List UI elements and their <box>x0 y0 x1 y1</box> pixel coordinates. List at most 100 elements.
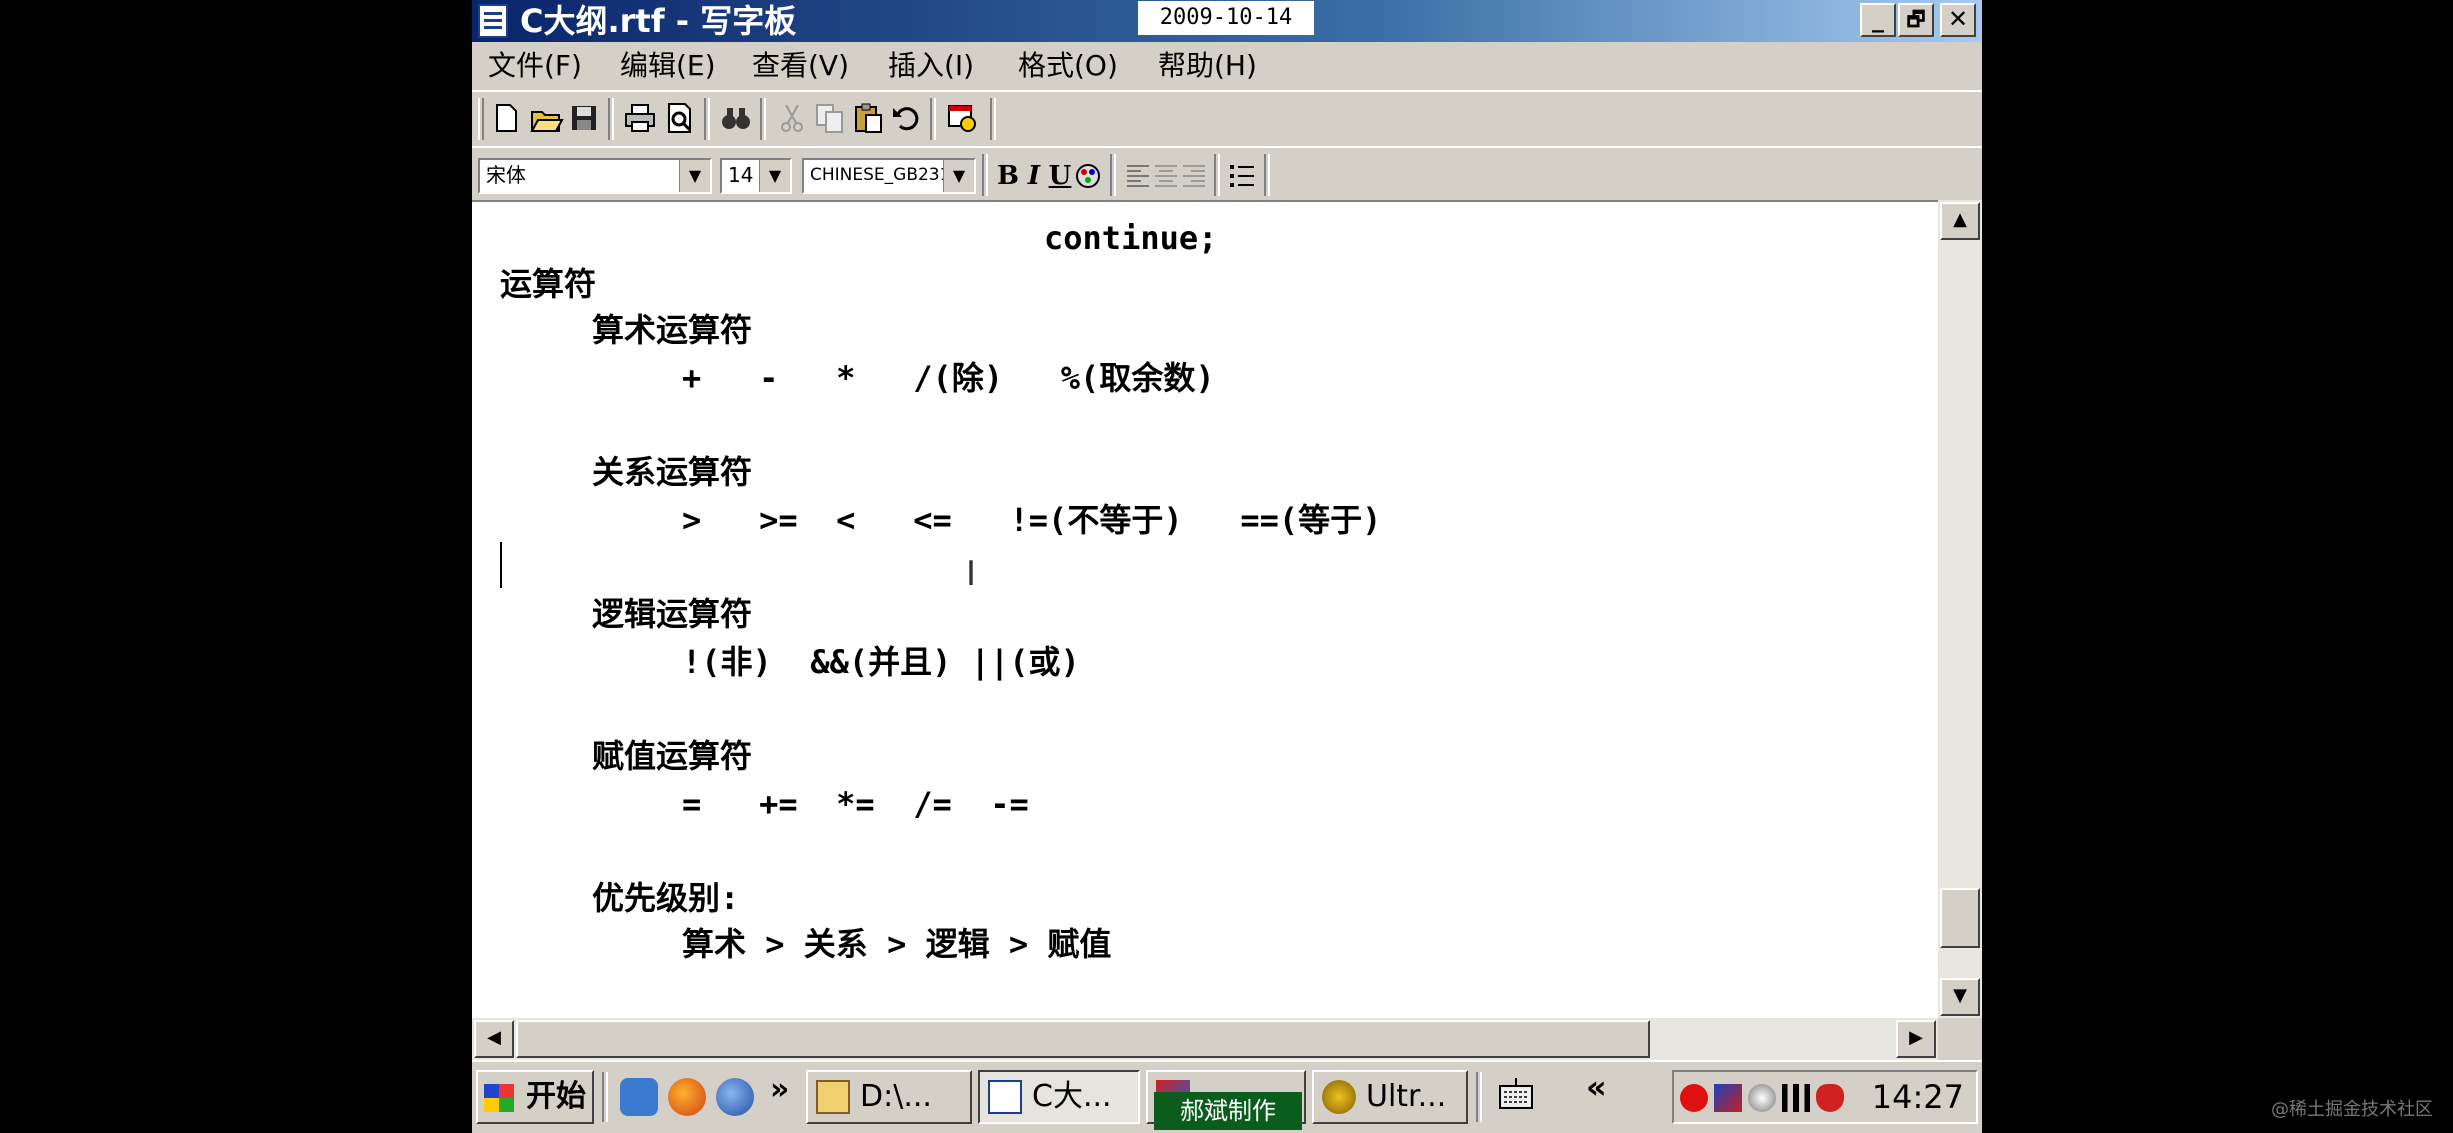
firefox-icon[interactable] <box>668 1078 706 1116</box>
chevron-down-icon[interactable]: ▼ <box>943 160 974 192</box>
document-area[interactable]: continue; 运算符 算术运算符 + - * /(除) %(取余数) 关系… <box>472 200 1938 1018</box>
doc-subheading: 关系运算符 <box>592 453 753 491</box>
toolbar-separator <box>1264 154 1270 196</box>
chevron-down-icon[interactable]: ▼ <box>679 160 710 192</box>
wordpad-icon <box>988 1080 1022 1114</box>
doc-line: 算术 > 关系 > 逻辑 > 赋值 <box>682 925 1112 963</box>
minimize-button[interactable]: _ <box>1860 3 1896 37</box>
script-combo[interactable]: CHINESE_GB2312 ▼ <box>802 158 976 194</box>
keyboard-icon[interactable] <box>1496 1076 1536 1116</box>
task-label: Ultr... <box>1366 1079 1447 1114</box>
tray-expand[interactable]: « <box>1586 1068 1607 1106</box>
toolbar-separator <box>930 98 936 140</box>
format-toolbar: 宋体 ▼ 14 ▼ CHINESE_GB2312 ▼ B I U <box>472 146 1982 202</box>
print-preview-icon[interactable] <box>662 100 698 136</box>
horizontal-scroll-thumb[interactable] <box>516 1020 1650 1058</box>
doc-line: > >= < <= !=(不等于) ==(等于) <box>682 501 1382 539</box>
taskbar-separator <box>602 1072 608 1122</box>
menu-insert[interactable]: 插入(I) <box>888 46 974 86</box>
signal-icon[interactable] <box>1782 1084 1810 1112</box>
doc-subheading: 优先级别: <box>592 879 740 917</box>
start-button[interactable]: 开始 <box>476 1070 594 1124</box>
clock[interactable]: 14:27 <box>1872 1072 1964 1122</box>
wordpad-window: C大纲.rtf - 写字板 2009-10-14 _ 🗗 ✕ 文件(F) 编辑(… <box>472 0 1982 1133</box>
task-label: D:\... <box>860 1079 932 1114</box>
doc-heading: 运算符 <box>500 265 597 303</box>
script-value: CHINESE_GB2312 <box>810 165 962 185</box>
windows-flag-icon <box>484 1084 514 1112</box>
task-wordpad[interactable]: C大... <box>978 1070 1140 1124</box>
doc-subheading: 赋值运算符 <box>592 737 753 775</box>
network-icon[interactable] <box>1714 1084 1742 1112</box>
align-right-icon[interactable] <box>1176 158 1212 194</box>
author-overlay-label: 郝斌制作 <box>1154 1092 1302 1130</box>
restore-button[interactable]: 🗗 <box>1898 3 1934 37</box>
bullets-icon[interactable] <box>1224 158 1260 194</box>
menu-view[interactable]: 查看(V) <box>752 46 849 86</box>
menu-edit[interactable]: 编辑(E) <box>620 46 716 86</box>
undo-icon[interactable] <box>888 100 924 136</box>
wordpad-app-icon[interactable] <box>478 4 508 38</box>
doc-subheading: 逻辑运算符 <box>592 595 753 633</box>
shield-icon[interactable] <box>1816 1084 1844 1112</box>
vertical-scroll-thumb[interactable] <box>1940 888 1980 948</box>
toolbar-separator <box>760 98 766 140</box>
media-player-icon[interactable] <box>716 1078 754 1116</box>
system-tray: 14:27 <box>1672 1070 1978 1124</box>
start-label: 开始 <box>526 1079 586 1114</box>
scroll-left-arrow-icon[interactable]: ◀ <box>474 1020 514 1058</box>
window-title: C大纲.rtf - 写字板 <box>520 2 797 40</box>
task-ultraedit[interactable]: Ultr... <box>1312 1070 1468 1124</box>
toolbar-separator <box>1110 154 1116 196</box>
taskbar-separator <box>1476 1072 1482 1122</box>
font-size-combo[interactable]: 14 ▼ <box>720 158 792 194</box>
chevron-down-icon[interactable]: ▼ <box>759 160 790 192</box>
doc-line: continue; <box>1044 219 1218 257</box>
toolbar-separator <box>608 98 614 140</box>
menu-format[interactable]: 格式(O) <box>1018 46 1118 86</box>
folder-icon <box>816 1080 850 1114</box>
save-icon[interactable] <box>566 100 602 136</box>
find-icon[interactable] <box>718 100 754 136</box>
ie-icon[interactable] <box>620 1078 658 1116</box>
record-icon[interactable] <box>1680 1084 1708 1112</box>
doc-line: + - * /(除) %(取余数) <box>682 359 1215 397</box>
quick-launch-more[interactable]: » <box>770 1072 789 1107</box>
cut-icon[interactable] <box>774 100 810 136</box>
font-size-value: 14 <box>728 163 754 187</box>
date-badge: 2009-10-14 <box>1138 1 1314 35</box>
horizontal-scrollbar[interactable]: ◀ ▶ <box>472 1018 1938 1060</box>
toolbar-separator <box>1214 154 1220 196</box>
open-icon[interactable] <box>528 100 564 136</box>
toolbar-separator <box>982 154 988 196</box>
paste-icon[interactable] <box>850 100 886 136</box>
task-explorer[interactable]: D:\... <box>806 1070 972 1124</box>
vertical-scrollbar[interactable]: ▲ ▼ <box>1938 200 1982 1018</box>
font-name-combo[interactable]: 宋体 ▼ <box>478 158 712 194</box>
new-icon[interactable] <box>488 100 524 136</box>
title-bar[interactable]: C大纲.rtf - 写字板 2009-10-14 _ 🗗 ✕ <box>472 0 1982 42</box>
ibeam-cursor-icon: I <box>966 554 977 594</box>
ultraedit-icon <box>1322 1080 1356 1114</box>
scroll-down-arrow-icon[interactable]: ▼ <box>1940 978 1980 1016</box>
menu-help[interactable]: 帮助(H) <box>1158 46 1257 86</box>
print-icon[interactable] <box>622 100 658 136</box>
watermark: @稀土掘金技术社区 <box>2271 1099 2433 1120</box>
toolbar-separator <box>990 98 996 140</box>
color-icon[interactable] <box>1070 158 1106 194</box>
volume-icon[interactable] <box>1748 1084 1776 1112</box>
toolbar-grip[interactable] <box>478 98 484 140</box>
scroll-right-arrow-icon[interactable]: ▶ <box>1896 1020 1936 1058</box>
task-label: C大... <box>1032 1079 1112 1114</box>
copy-icon[interactable] <box>812 100 848 136</box>
doc-subheading: 算术运算符 <box>592 311 753 349</box>
text-caret <box>500 542 502 588</box>
toolbar-separator <box>704 98 710 140</box>
insert-datetime-icon[interactable] <box>944 100 980 136</box>
doc-line: !(非) &&(并且) ||(或) <box>682 643 1080 681</box>
scroll-up-arrow-icon[interactable]: ▲ <box>1940 202 1980 240</box>
font-name-value: 宋体 <box>486 163 526 187</box>
menu-bar: 文件(F) 编辑(E) 查看(V) 插入(I) 格式(O) 帮助(H) <box>472 42 1982 90</box>
menu-file[interactable]: 文件(F) <box>488 46 582 86</box>
close-button[interactable]: ✕ <box>1940 3 1976 37</box>
